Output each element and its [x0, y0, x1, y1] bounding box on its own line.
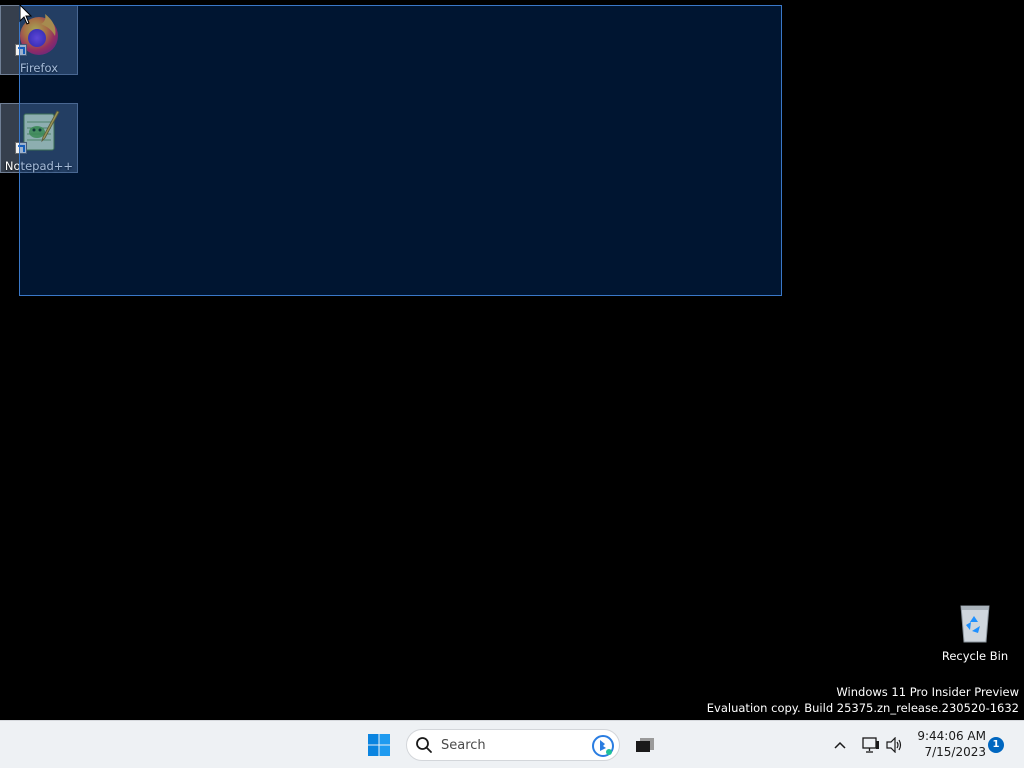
network-icon: [862, 737, 879, 753]
start-button[interactable]: [364, 727, 394, 763]
shortcut-arrow-icon: [15, 44, 27, 56]
chevron-up-icon: [834, 741, 846, 749]
desktop-icon-notepadplusplus[interactable]: Notepad++: [0, 103, 78, 173]
desktop-icon-label: Notepad++: [4, 159, 74, 173]
clock-time: 9:44:06 AM: [917, 729, 986, 743]
search-icon: [416, 737, 432, 753]
desktop-icon-label: Recycle Bin: [941, 649, 1009, 663]
notepadplusplus-icon: [15, 108, 63, 156]
desktop-icon-firefox[interactable]: Firefox: [0, 5, 78, 75]
task-view-button[interactable]: [630, 727, 660, 763]
bing-chat-icon[interactable]: [591, 734, 615, 762]
volume-button[interactable]: [885, 727, 905, 763]
desktop-icon-label: Firefox: [19, 61, 59, 75]
desktop[interactable]: Firefox Notepad++ Recycle Bin Windows 11…: [0, 0, 1024, 720]
taskbar-clock[interactable]: 9:44:06 AM 7/15/2023: [914, 728, 986, 760]
watermark-build: Evaluation copy. Build 25375.zn_release.…: [706, 701, 1019, 715]
show-hidden-icons-button[interactable]: [830, 727, 850, 763]
taskbar: Search 9:44:06 AM 7/15/2023 1: [0, 720, 1024, 768]
desktop-icon-recycle-bin[interactable]: Recycle Bin: [936, 594, 1014, 664]
shortcut-arrow-icon: [15, 142, 27, 154]
speaker-icon: [886, 737, 902, 753]
watermark-edition: Windows 11 Pro Insider Preview: [836, 685, 1019, 699]
windows-evaluation-watermark: Windows 11 Pro Insider Preview Evaluatio…: [707, 684, 1019, 716]
clock-date: 7/15/2023: [924, 745, 986, 759]
network-button[interactable]: [860, 727, 882, 763]
notification-badge[interactable]: 1: [988, 737, 1004, 753]
task-view-icon: [636, 738, 654, 752]
taskbar-search-box[interactable]: Search: [406, 729, 620, 761]
recycle-bin-icon: [951, 598, 999, 646]
windows-logo-icon: [368, 734, 390, 756]
search-placeholder: Search: [441, 737, 486, 753]
mouse-cursor-icon: [19, 3, 33, 26]
selection-rectangle: [19, 5, 782, 296]
